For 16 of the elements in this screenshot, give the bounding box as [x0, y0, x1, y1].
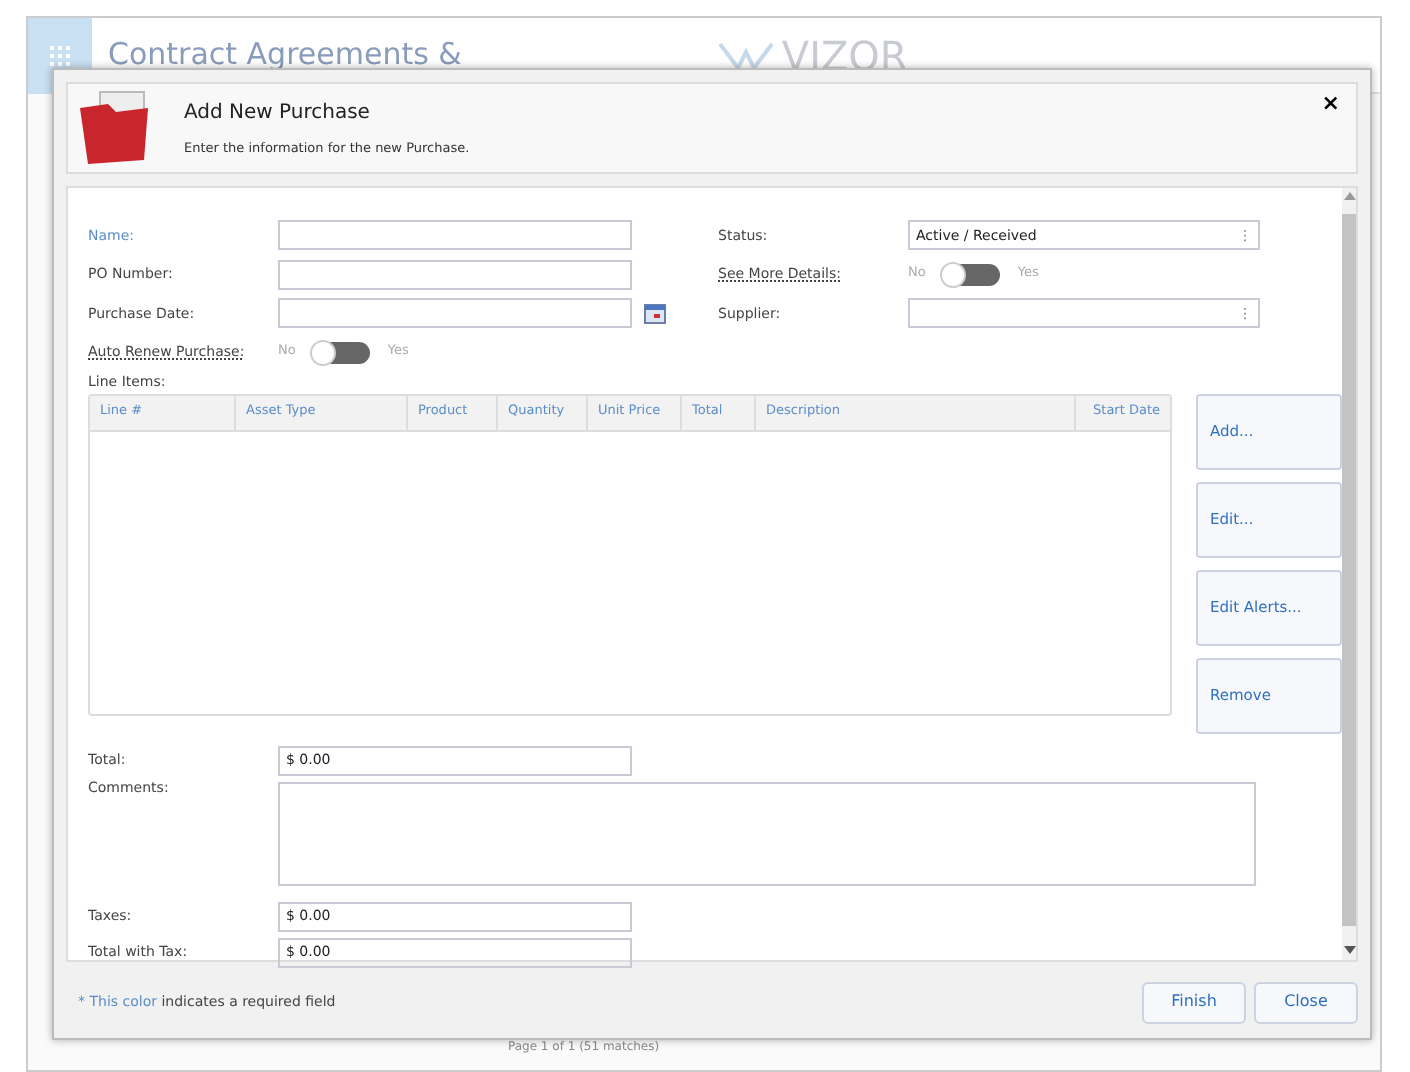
toggle-switch[interactable]: [943, 263, 1000, 286]
footer-button[interactable]: Finish: [1142, 981, 1246, 1023]
logo-mark-icon: [717, 39, 774, 71]
footer-button[interactable]: Close: [1254, 981, 1358, 1023]
toggle-switch[interactable]: [313, 341, 370, 364]
comments-field[interactable]: [278, 782, 1256, 886]
close-button[interactable]: ×: [1321, 92, 1340, 114]
calendar-icon[interactable]: [644, 303, 666, 324]
dialog-title: Add New Purchase: [184, 99, 372, 128]
input-field[interactable]: [278, 220, 632, 251]
scrollbar[interactable]: [1342, 188, 1356, 960]
scroll-up-icon[interactable]: [1343, 192, 1355, 202]
input-field[interactable]: [278, 298, 632, 329]
scroll-down-icon[interactable]: [1343, 946, 1355, 956]
page-title: Contract Agreements &: [108, 34, 462, 77]
input-field[interactable]: [278, 259, 632, 290]
